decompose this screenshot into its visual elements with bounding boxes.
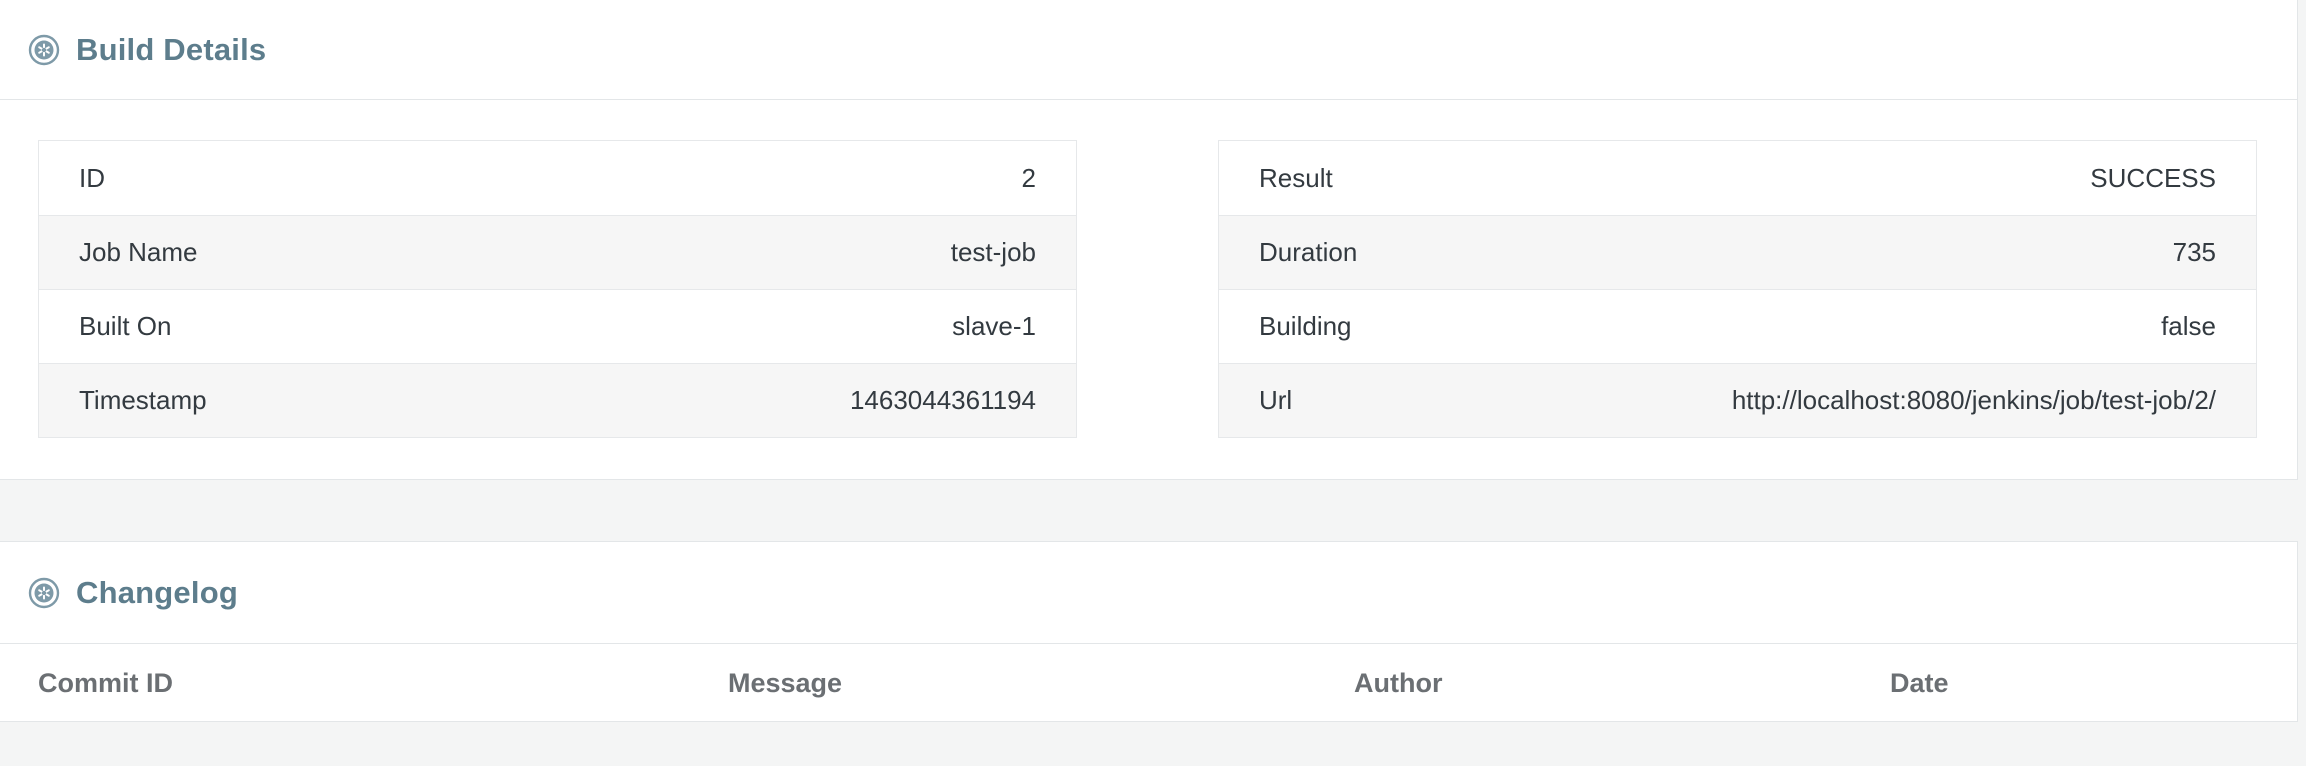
column-header-date[interactable]: Date xyxy=(1890,644,1949,722)
row-value-id: 2 xyxy=(1021,162,1036,193)
row-value-job-name: test-job xyxy=(950,237,1036,267)
build-info-table-left: ID 2 Job Name test-job Built On slave-1 … xyxy=(38,140,1077,438)
changelog-header: Changelog xyxy=(0,542,2297,644)
build-details-header: Build Details xyxy=(0,0,2297,100)
settings-icon xyxy=(28,34,60,65)
row-label-timestamp: Timestamp xyxy=(79,385,207,415)
changelog-table-header: Commit ID Message Author Date xyxy=(0,644,2297,722)
row-value-built-on: slave-1 xyxy=(952,311,1036,341)
changelog-panel: Changelog Commit ID Message Author Date xyxy=(0,541,2298,722)
table-row: Building false xyxy=(1219,289,2256,363)
row-value-duration: 735 xyxy=(2172,237,2216,267)
build-details-panel: Build Details ID 2 Job Name test-job Bui… xyxy=(0,0,2298,480)
row-label-url: Url xyxy=(1259,385,1293,415)
settings-icon xyxy=(28,577,60,608)
table-row: Duration 735 xyxy=(1219,215,2256,289)
row-value-url: http://localhost:8080/jenkins/job/test-j… xyxy=(1731,385,2216,415)
column-header-message[interactable]: Message xyxy=(728,644,842,722)
row-label-id: ID xyxy=(79,162,105,193)
row-value-timestamp: 1463044361194 xyxy=(849,385,1036,415)
changelog-title: Changelog xyxy=(76,574,238,610)
column-header-commit-id[interactable]: Commit ID xyxy=(38,644,173,722)
row-label-building: Building xyxy=(1259,311,1352,341)
row-value-building: false xyxy=(2161,311,2216,341)
table-row: Url http://localhost:8080/jenkins/job/te… xyxy=(1219,363,2256,437)
table-row: Result SUCCESS xyxy=(1219,141,2256,215)
table-row: Job Name test-job xyxy=(39,215,1076,289)
column-header-author[interactable]: Author xyxy=(1354,644,1442,722)
build-details-title: Build Details xyxy=(76,31,267,67)
table-row: ID 2 xyxy=(39,141,1076,215)
row-label-job-name: Job Name xyxy=(79,237,198,267)
row-label-duration: Duration xyxy=(1259,237,1358,267)
table-row: Built On slave-1 xyxy=(39,289,1076,363)
row-label-built-on: Built On xyxy=(79,311,172,341)
table-row: Timestamp 1463044361194 xyxy=(39,363,1076,437)
row-label-result: Result xyxy=(1259,162,1333,193)
build-info-table-right: Result SUCCESS Duration 735 Building fal… xyxy=(1218,140,2257,438)
row-value-result: SUCCESS xyxy=(2090,162,2216,193)
